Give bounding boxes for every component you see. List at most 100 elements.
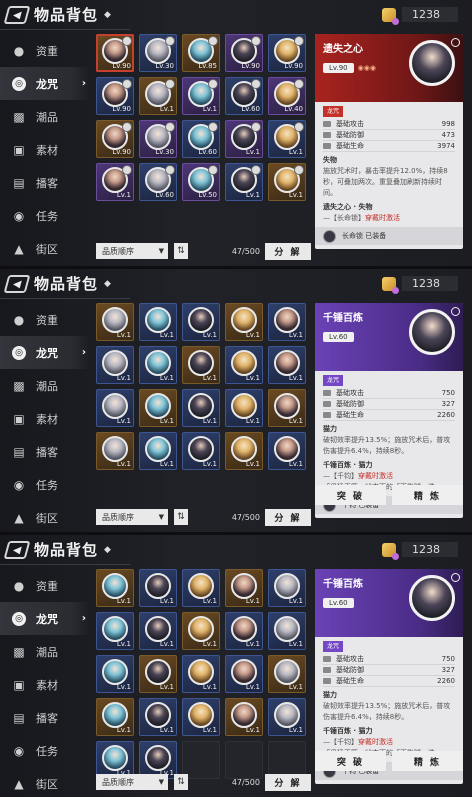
sidebar-item-5[interactable]: ▤ 播客 xyxy=(0,701,90,734)
item-slot[interactable]: Lv.1 xyxy=(182,655,220,693)
item-slot[interactable]: Lv.1 xyxy=(225,346,263,384)
item-slot[interactable]: Lv.60 xyxy=(139,163,177,201)
item-slot[interactable]: Lv.1 xyxy=(139,655,177,693)
item-slot[interactable]: Lv.30 xyxy=(139,120,177,158)
item-slot[interactable]: Lv.85 xyxy=(182,34,220,72)
item-slot[interactable]: Lv.1 xyxy=(268,389,306,427)
item-slot[interactable]: Lv.1 xyxy=(96,346,134,384)
sort-dropdown[interactable]: 品质顺序 ▼ xyxy=(96,509,168,525)
item-slot[interactable]: Lv.1 xyxy=(182,432,220,470)
item-slot[interactable]: Lv.1 xyxy=(225,303,263,341)
item-slot[interactable]: Lv.1 xyxy=(182,77,220,115)
sort-order-button[interactable]: ⇅ xyxy=(174,243,188,259)
sidebar-item-2[interactable]: ◎ 龙咒 › xyxy=(0,67,90,100)
decompose-button[interactable]: 分 解 xyxy=(265,508,311,526)
item-slot[interactable]: Lv.50 xyxy=(182,163,220,201)
item-slot[interactable]: Lv.1 xyxy=(96,569,134,607)
decompose-button[interactable]: 分 解 xyxy=(265,242,311,260)
item-slot[interactable]: Lv.40 xyxy=(268,77,306,115)
sidebar-item-2[interactable]: ◎ 龙咒 › xyxy=(0,602,90,635)
lock-icon[interactable] xyxy=(451,38,460,47)
sidebar-item-5[interactable]: ▤ 播客 xyxy=(0,435,90,468)
equipped-by[interactable]: 长命锁 已装备 xyxy=(315,227,463,245)
item-slot[interactable]: Lv.30 xyxy=(139,34,177,72)
item-slot[interactable]: Lv.1 xyxy=(225,569,263,607)
item-slot[interactable]: Lv.1 xyxy=(225,432,263,470)
sidebar-item-5[interactable]: ▤ 播客 xyxy=(0,166,90,199)
sidebar-item-1[interactable]: ● 资重 xyxy=(0,34,90,67)
lock-icon[interactable] xyxy=(451,573,460,582)
item-slot[interactable]: Lv.1 xyxy=(96,655,134,693)
item-slot[interactable]: Lv.1 xyxy=(139,77,177,115)
item-slot[interactable]: Lv.1 xyxy=(268,612,306,650)
sidebar-item-7[interactable]: ▲ 街区 xyxy=(0,232,90,265)
item-slot[interactable]: Lv.1 xyxy=(225,655,263,693)
sidebar-item-1[interactable]: ● 资重 xyxy=(0,569,90,602)
item-slot[interactable]: Lv.1 xyxy=(139,569,177,607)
item-slot[interactable]: Lv.1 xyxy=(139,303,177,341)
sidebar-item-2[interactable]: ◎ 龙咒 › xyxy=(0,336,90,369)
sort-order-button[interactable]: ⇅ xyxy=(174,509,188,525)
item-slot[interactable]: Lv.90 xyxy=(96,34,134,72)
item-slot[interactable]: Lv.1 xyxy=(182,569,220,607)
sidebar-item-7[interactable]: ▲ 街区 xyxy=(0,767,90,797)
item-slot[interactable]: Lv.1 xyxy=(182,698,220,736)
item-slot[interactable]: Lv.60 xyxy=(182,120,220,158)
sidebar-item-4[interactable]: ▣ 素材 xyxy=(0,668,90,701)
item-slot[interactable]: Lv.1 xyxy=(96,432,134,470)
sidebar-item-4[interactable]: ▣ 素材 xyxy=(0,402,90,435)
sidebar-item-6[interactable]: ◉ 任务 xyxy=(0,199,90,232)
sort-dropdown[interactable]: 品质顺序 ▼ xyxy=(96,774,168,790)
item-slot[interactable]: Lv.90 xyxy=(96,120,134,158)
sort-order-button[interactable]: ⇅ xyxy=(174,774,188,790)
sidebar-item-3[interactable]: ▩ 潮品 xyxy=(0,635,90,668)
sidebar-item-6[interactable]: ◉ 任务 xyxy=(0,734,90,767)
item-slot[interactable]: Lv.1 xyxy=(96,303,134,341)
currency-display[interactable]: 1238 xyxy=(382,276,458,294)
item-slot[interactable]: Lv.1 xyxy=(96,612,134,650)
item-slot[interactable]: Lv.1 xyxy=(268,432,306,470)
item-slot[interactable]: Lv.1 xyxy=(182,303,220,341)
refine-button[interactable]: 精 炼 xyxy=(392,485,463,505)
decompose-button[interactable]: 分 解 xyxy=(265,773,311,791)
item-slot[interactable]: Lv.90 xyxy=(225,34,263,72)
item-slot[interactable]: Lv.1 xyxy=(96,698,134,736)
item-slot[interactable]: Lv.1 xyxy=(225,163,263,201)
item-slot[interactable]: Lv.1 xyxy=(225,389,263,427)
sidebar-item-3[interactable]: ▩ 潮品 xyxy=(0,369,90,402)
back-button[interactable]: ◀ xyxy=(3,274,31,293)
sidebar-item-7[interactable]: ▲ 街区 xyxy=(0,501,90,532)
item-slot[interactable]: Lv.1 xyxy=(182,612,220,650)
back-button[interactable]: ◀ xyxy=(3,5,31,24)
item-slot[interactable]: Lv.1 xyxy=(139,698,177,736)
item-slot[interactable]: Lv.1 xyxy=(139,346,177,384)
currency-display[interactable]: 1238 xyxy=(382,7,458,25)
item-slot[interactable]: Lv.60 xyxy=(225,77,263,115)
item-slot[interactable]: Lv.1 xyxy=(139,389,177,427)
item-slot[interactable]: Lv.1 xyxy=(225,698,263,736)
back-button[interactable]: ◀ xyxy=(3,540,31,559)
item-slot[interactable]: Lv.1 xyxy=(225,120,263,158)
item-slot[interactable]: Lv.1 xyxy=(268,346,306,384)
item-slot[interactable]: Lv.1 xyxy=(268,120,306,158)
item-slot[interactable]: Lv.1 xyxy=(268,655,306,693)
item-slot[interactable]: Lv.1 xyxy=(96,163,134,201)
item-slot[interactable]: Lv.1 xyxy=(225,612,263,650)
item-slot[interactable]: Lv.1 xyxy=(268,163,306,201)
lock-icon[interactable] xyxy=(451,307,460,316)
breakthrough-button[interactable]: 突 破 xyxy=(315,751,386,771)
sidebar-item-1[interactable]: ● 资重 xyxy=(0,303,90,336)
item-slot[interactable]: Lv.1 xyxy=(182,389,220,427)
item-slot[interactable]: Lv.90 xyxy=(96,77,134,115)
item-slot[interactable]: Lv.1 xyxy=(268,569,306,607)
sidebar-item-3[interactable]: ▩ 潮品 xyxy=(0,100,90,133)
refine-button[interactable]: 精 炼 xyxy=(392,751,463,771)
item-slot[interactable]: Lv.1 xyxy=(268,303,306,341)
item-slot[interactable]: Lv.1 xyxy=(139,432,177,470)
currency-display[interactable]: 1238 xyxy=(382,542,458,560)
item-slot[interactable]: Lv.90 xyxy=(268,34,306,72)
sidebar-item-4[interactable]: ▣ 素材 xyxy=(0,133,90,166)
breakthrough-button[interactable]: 突 破 xyxy=(315,485,386,505)
item-slot[interactable]: Lv.1 xyxy=(268,698,306,736)
sort-dropdown[interactable]: 品质顺序 ▼ xyxy=(96,243,168,259)
